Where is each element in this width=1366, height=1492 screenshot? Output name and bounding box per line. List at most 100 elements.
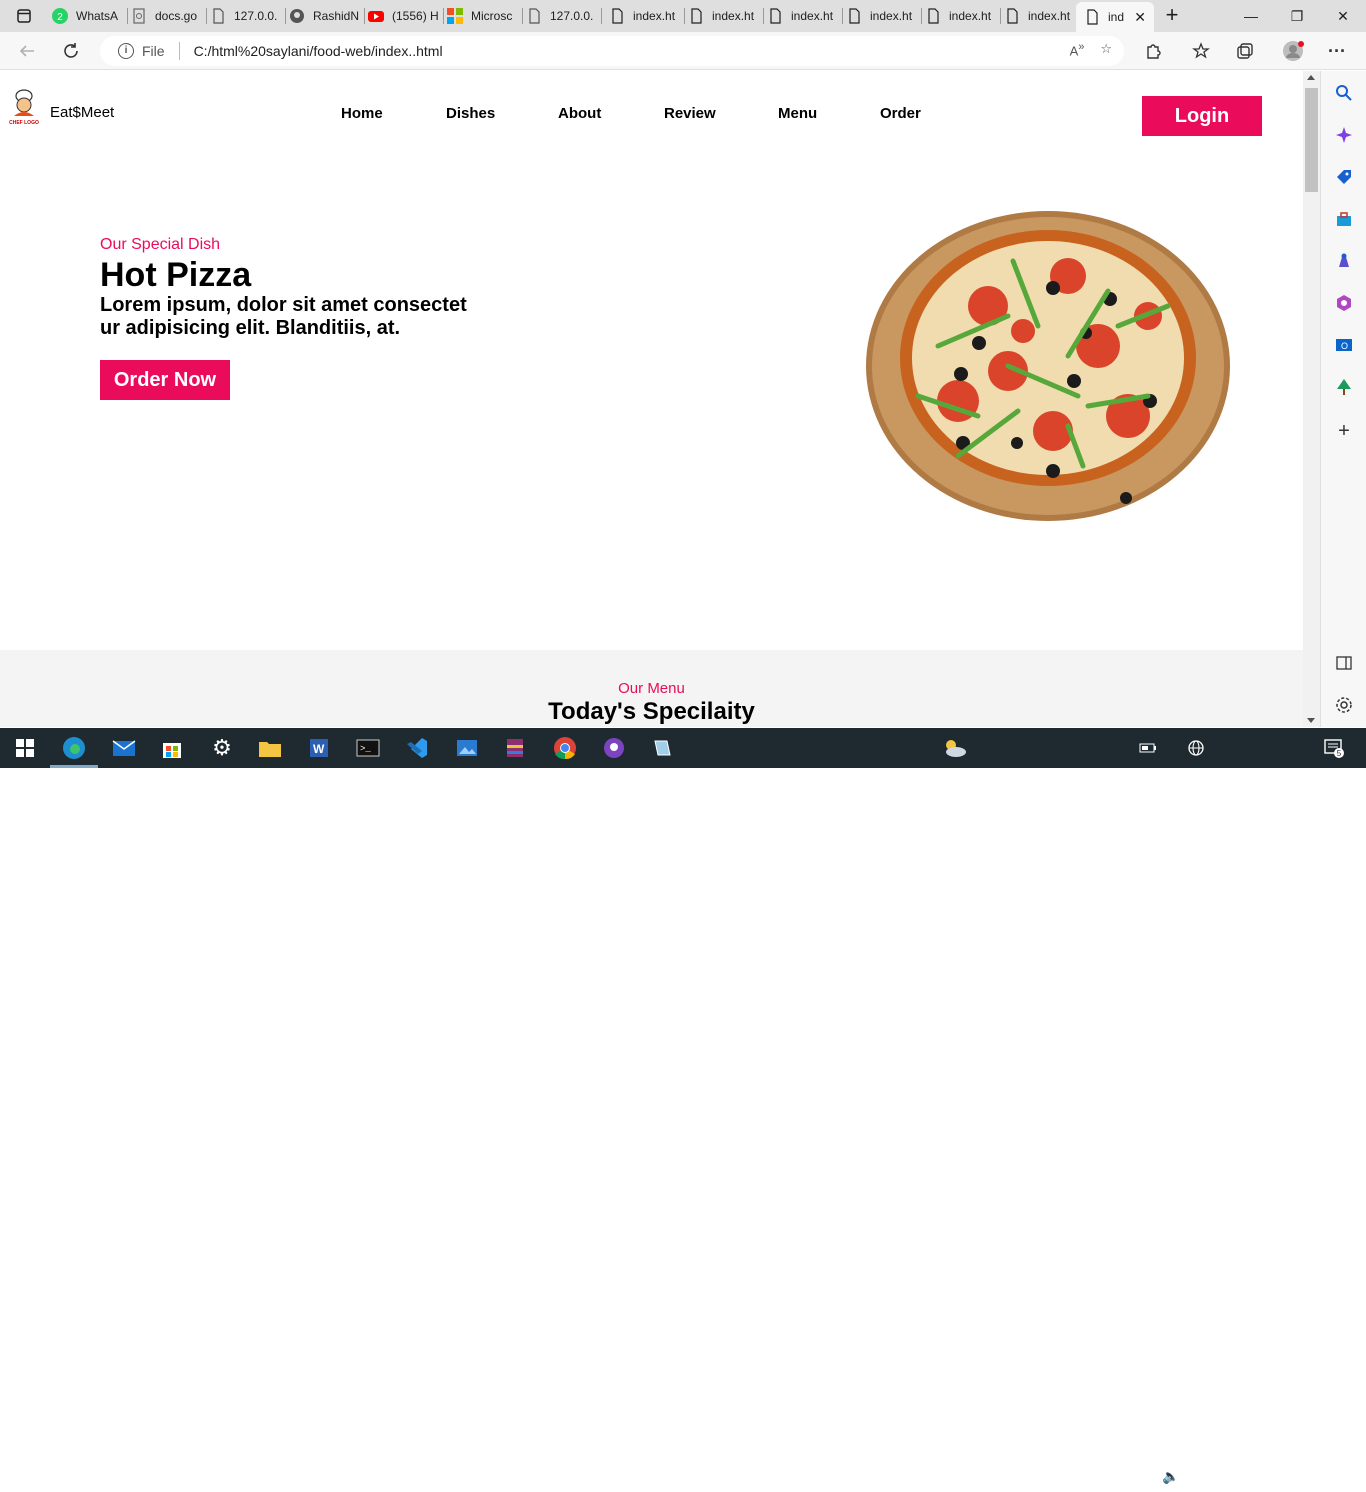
hero-subtitle: Our Special Dish	[100, 236, 221, 253]
address-bar[interactable]: i File C:/html%20saylani/food-web/index.…	[100, 36, 1124, 66]
youtube-icon	[368, 8, 384, 24]
sidebar-toggle-icon[interactable]	[1334, 653, 1354, 673]
order-now-button[interactable]: Order Now	[100, 360, 230, 400]
page-icon	[526, 8, 542, 24]
tab-docs[interactable]: docs.go	[131, 4, 207, 28]
scrollbar-thumb[interactable]	[1305, 88, 1318, 192]
language-indicator[interactable]: ENG	[1212, 1469, 1238, 1483]
store-icon[interactable]	[160, 736, 184, 760]
login-button[interactable]: Login	[1142, 96, 1262, 136]
svg-text:CHEF LOGO: CHEF LOGO	[9, 120, 39, 126]
browser-toolbar: i File C:/html%20saylani/food-web/index.…	[0, 32, 1366, 70]
refresh-icon[interactable]	[56, 36, 86, 66]
favorites-icon[interactable]	[1186, 36, 1216, 66]
extensions-icon[interactable]	[1138, 36, 1168, 66]
winrar-icon[interactable]	[503, 736, 527, 760]
office-icon[interactable]	[1334, 293, 1354, 313]
minimize-icon[interactable]: —	[1228, 0, 1274, 32]
tab-index-active[interactable]: ind ✕	[1076, 2, 1154, 32]
tab-microsoft[interactable]: Microsc	[447, 4, 523, 28]
brand-name[interactable]: Eat$Meet	[50, 104, 114, 121]
more-menu-icon[interactable]: ···	[1322, 36, 1352, 66]
vscode-icon[interactable]	[405, 736, 429, 760]
tab-github[interactable]: RashidN	[289, 4, 365, 28]
tab-actions-menu-icon[interactable]	[8, 4, 40, 28]
tab-index-6[interactable]: index.ht	[1004, 4, 1080, 28]
tab-label: ind	[1108, 10, 1125, 24]
close-tab-icon[interactable]: ✕	[1134, 9, 1146, 26]
url-text[interactable]: C:/html%20saylani/food-web/index..html	[194, 43, 443, 59]
add-icon[interactable]: +	[1334, 420, 1354, 442]
windows-taskbar: ⚙ W >_ 23°C Mostly cloudy ^ 🔈 ENG 3:07 p…	[0, 728, 1366, 1492]
info-icon[interactable]: i	[118, 43, 134, 59]
photos-icon[interactable]	[455, 736, 479, 760]
weather-description[interactable]: Mostly cloudy	[1014, 1469, 1093, 1484]
svg-text:W: W	[313, 742, 325, 756]
tab-youtube[interactable]: (1556) H	[368, 4, 444, 28]
tab-label: 127.0.0.	[234, 9, 278, 23]
github-desktop-icon[interactable]	[602, 736, 626, 760]
read-aloud-icon[interactable]: A»	[1070, 41, 1085, 58]
windows-start-icon[interactable]	[13, 736, 37, 760]
chrome-icon[interactable]	[553, 736, 577, 760]
globe-network-icon[interactable]	[1184, 736, 1208, 760]
outlook-icon[interactable]: O	[1334, 335, 1354, 355]
new-tab-button[interactable]: +	[1160, 4, 1184, 28]
add-favorite-icon[interactable]: ☆	[1100, 41, 1112, 58]
page-scrollbar[interactable]	[1303, 71, 1320, 727]
clock-time[interactable]: 3:07 pm	[1256, 1461, 1299, 1475]
restore-icon[interactable]: ❐	[1274, 0, 1320, 32]
tab-label: index.ht	[791, 9, 834, 23]
nav-home[interactable]: Home	[341, 105, 383, 122]
scroll-up-icon[interactable]	[1307, 75, 1315, 80]
notes-app-icon[interactable]	[650, 736, 674, 760]
tab-label: index.ht	[712, 9, 755, 23]
tab-label: RashidN	[313, 9, 360, 23]
nav-menu[interactable]: Menu	[778, 105, 817, 122]
back-arrow-icon[interactable]	[12, 36, 42, 66]
tab-index-1[interactable]: index.ht	[609, 4, 685, 28]
weather-cloud-icon[interactable]	[942, 736, 966, 760]
page-icon	[767, 8, 783, 24]
settings-icon[interactable]: ⚙	[210, 735, 234, 760]
chevron-up-icon[interactable]: ^	[1116, 1467, 1123, 1483]
file-explorer-icon[interactable]	[258, 736, 282, 760]
tab-localhost-2[interactable]: 127.0.0.	[526, 4, 602, 28]
collections-icon[interactable]	[1230, 36, 1260, 66]
nav-review[interactable]: Review	[664, 105, 716, 122]
settings-gear-icon[interactable]	[1334, 695, 1354, 715]
tab-index-2[interactable]: index.ht	[688, 4, 764, 28]
document-icon	[131, 8, 147, 24]
tab-index-4[interactable]: index.ht	[846, 4, 922, 28]
tab-whatsapp[interactable]: 2 WhatsA	[52, 4, 128, 28]
notifications-icon[interactable]: 5	[1322, 736, 1346, 760]
chef-logo-icon[interactable]: CHEF LOGO	[8, 88, 40, 126]
nav-dishes[interactable]: Dishes	[446, 105, 495, 122]
search-icon[interactable]	[1334, 83, 1354, 103]
games-icon[interactable]	[1334, 251, 1354, 271]
tree-icon[interactable]	[1334, 377, 1354, 397]
sparkle-icon[interactable]	[1334, 125, 1354, 145]
hero-description: Lorem ipsum, dolor sit amet consectet ur…	[100, 294, 467, 339]
page-icon	[210, 8, 226, 24]
clock-date[interactable]: 02/03/2023	[1248, 1478, 1308, 1492]
mail-icon[interactable]	[112, 736, 136, 760]
scroll-down-icon[interactable]	[1307, 718, 1315, 723]
tab-index-3[interactable]: index.ht	[767, 4, 843, 28]
page-icon	[688, 8, 704, 24]
nav-order[interactable]: Order	[880, 105, 921, 122]
word-icon[interactable]: W	[307, 736, 331, 760]
battery-icon[interactable]	[1136, 736, 1160, 760]
weather-temp[interactable]: 23°C	[976, 1469, 1005, 1484]
tab-localhost[interactable]: 127.0.0.	[210, 4, 286, 28]
tab-index-5[interactable]: index.ht	[925, 4, 1001, 28]
tools-icon[interactable]	[1334, 209, 1354, 229]
volume-icon[interactable]: 🔈	[1162, 1468, 1179, 1485]
terminal-icon[interactable]: >_	[356, 736, 380, 760]
edge-browser-icon[interactable]	[62, 736, 86, 760]
close-window-icon[interactable]: ✕	[1320, 0, 1366, 32]
shopping-tag-icon[interactable]	[1334, 167, 1354, 187]
nav-about[interactable]: About	[558, 105, 601, 122]
profile-avatar-icon[interactable]	[1278, 36, 1308, 66]
page-viewport: CHEF LOGO Eat$Meet Home Dishes About Rev…	[0, 71, 1303, 727]
